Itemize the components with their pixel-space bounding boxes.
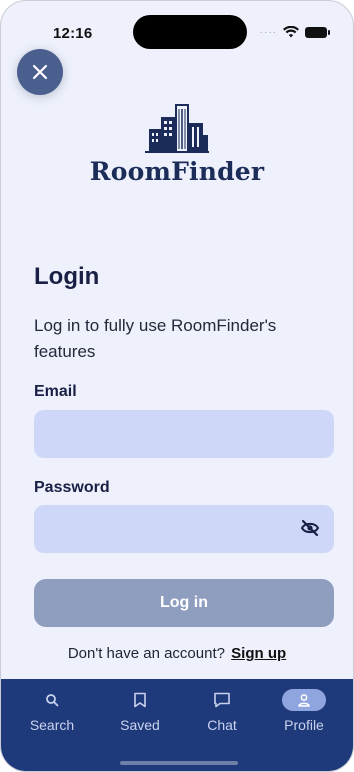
app-screen: 12:16 ···· RoomFinder Login Log in to fu… [0, 0, 354, 772]
search-icon [46, 694, 59, 707]
close-button[interactable] [17, 49, 63, 95]
no-account-text: Don't have an account? [67, 645, 225, 662]
page-title: Login [34, 263, 100, 290]
tab-chat-label: Chat [207, 717, 237, 733]
tab-chat[interactable]: Chat [183, 689, 261, 733]
tab-search[interactable]: Search [13, 689, 91, 733]
email-label: Email [34, 383, 77, 400]
brand-logo: RoomFinder [1, 103, 353, 186]
login-button[interactable]: Log in [34, 579, 334, 627]
email-field[interactable] [34, 410, 334, 458]
signup-link[interactable]: Sign up [231, 645, 286, 662]
eye-off-icon [300, 519, 320, 537]
tab-saved-label: Saved [120, 717, 160, 733]
signal-dots-icon: ···· [259, 26, 277, 38]
page-subtitle: Log in to fully use RoomFinder's feature… [34, 316, 277, 361]
dynamic-island [133, 15, 247, 49]
toggle-password-visibility-button[interactable] [300, 519, 320, 542]
tab-search-label: Search [29, 717, 75, 733]
close-icon [32, 64, 48, 80]
buildings-logo-icon [145, 104, 209, 153]
wifi-icon [283, 26, 299, 38]
password-field[interactable] [34, 505, 334, 553]
profile-icon [298, 694, 310, 707]
active-tab-indicator [282, 689, 326, 711]
tab-profile-label: Profile [284, 717, 324, 733]
chat-icon [214, 692, 230, 708]
status-icons: ···· [259, 26, 330, 38]
battery-icon [305, 26, 330, 38]
bookmark-icon [134, 692, 146, 708]
bottom-tab-bar: Search Saved Chat Profile [1, 679, 353, 771]
home-indicator [120, 761, 238, 765]
tab-profile[interactable]: Profile [265, 689, 343, 733]
tab-saved[interactable]: Saved [101, 689, 179, 733]
status-time: 12:16 [53, 25, 93, 42]
signup-prompt: Don't have an account? Sign up [1, 645, 353, 662]
status-bar: 12:16 ···· [1, 1, 353, 49]
brand-name: RoomFinder [89, 157, 265, 186]
password-label: Password [34, 479, 110, 496]
